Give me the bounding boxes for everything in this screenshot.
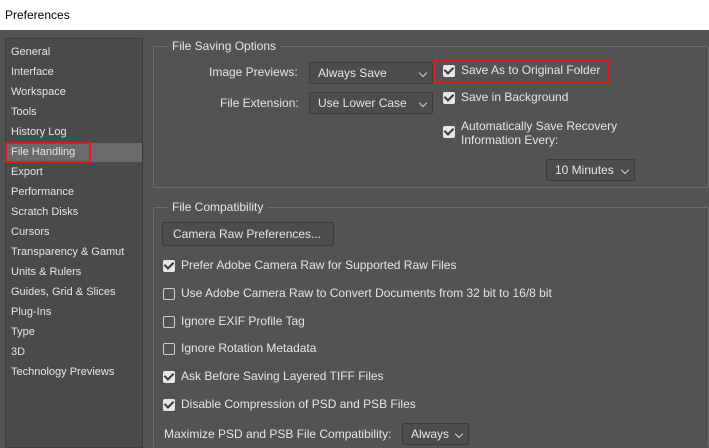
- highlight-box: [5, 142, 91, 163]
- file-extension-dropdown[interactable]: Use Lower Case: [309, 92, 433, 114]
- chevron-down-icon: [418, 98, 428, 108]
- sidebar-item-units-rulers[interactable]: Units & Rulers: [6, 263, 142, 282]
- dropdown-value: Always Save: [318, 66, 387, 80]
- sidebar-item-scratch-disks[interactable]: Scratch Disks: [6, 203, 142, 222]
- dropdown-value: Always: [411, 427, 450, 441]
- maximize-compatibility-label: Maximize PSD and PSB File Compatibility:: [164, 427, 392, 441]
- sidebar-item-cursors[interactable]: Cursors: [6, 223, 142, 242]
- sidebar-item-workspace[interactable]: Workspace: [6, 83, 142, 102]
- sidebar-item-general[interactable]: General: [6, 43, 142, 62]
- disable-compression-checkbox[interactable]: [163, 399, 175, 411]
- auto-save-recovery-label-line2: Information Every:: [461, 133, 559, 147]
- sidebar-item-guides-grid-slices[interactable]: Guides, Grid & Slices: [6, 283, 142, 302]
- sidebar-item-3d[interactable]: 3D: [6, 343, 142, 362]
- sidebar-item-transparency-gamut[interactable]: Transparency & Gamut: [6, 243, 142, 262]
- sidebar-item-export[interactable]: Export: [6, 163, 142, 182]
- group-title-file-saving: File Saving Options: [168, 39, 281, 53]
- sidebar-item-type[interactable]: Type: [6, 323, 142, 342]
- save-as-original-folder-label: Save As to Original Folder: [461, 63, 601, 77]
- convert-32bit-label: Use Adobe Camera Raw to Convert Document…: [181, 286, 552, 300]
- dropdown-value: Use Lower Case: [318, 96, 407, 110]
- disable-compression-label: Disable Compression of PSD and PSB Files: [181, 397, 416, 411]
- chevron-down-icon: [620, 165, 630, 175]
- auto-save-recovery-label-line1: Automatically Save Recovery: [461, 119, 618, 133]
- ignore-exif-label: Ignore EXIF Profile Tag: [181, 314, 305, 328]
- ask-layered-tiff-label: Ask Before Saving Layered TIFF Files: [181, 369, 384, 383]
- group-title-file-compatibility: File Compatibility: [168, 200, 268, 214]
- chevron-down-icon: [418, 68, 428, 78]
- camera-raw-preferences-button[interactable]: Camera Raw Preferences...: [162, 222, 334, 246]
- convert-32bit-checkbox[interactable]: [163, 288, 175, 300]
- preferences-sidebar: General Interface Workspace Tools Histor…: [5, 38, 143, 448]
- image-previews-dropdown[interactable]: Always Save: [309, 62, 433, 84]
- save-in-background-checkbox[interactable]: [443, 92, 455, 104]
- save-in-background-label: Save in Background: [461, 90, 569, 104]
- sidebar-item-history-log[interactable]: History Log: [6, 123, 142, 142]
- sidebar-item-tools[interactable]: Tools: [6, 103, 142, 122]
- auto-save-interval-dropdown[interactable]: 10 Minutes: [546, 159, 635, 181]
- image-previews-label: Image Previews:: [209, 65, 298, 79]
- ignore-rotation-label: Ignore Rotation Metadata: [181, 341, 317, 355]
- sidebar-item-plug-ins[interactable]: Plug-Ins: [6, 303, 142, 322]
- maximize-compatibility-dropdown[interactable]: Always: [402, 423, 469, 445]
- sidebar-item-technology-previews[interactable]: Technology Previews: [6, 363, 142, 382]
- sidebar-item-performance[interactable]: Performance: [6, 183, 142, 202]
- chevron-down-icon: [454, 429, 464, 439]
- dropdown-value: 10 Minutes: [555, 163, 614, 177]
- sidebar-item-file-handling[interactable]: File Handling: [5, 142, 142, 163]
- window-title: Preferences: [0, 0, 709, 30]
- prefer-camera-raw-label: Prefer Adobe Camera Raw for Supported Ra…: [181, 258, 457, 272]
- auto-save-recovery-checkbox[interactable]: [443, 126, 455, 138]
- save-as-original-folder-checkbox[interactable]: [443, 65, 455, 77]
- file-extension-label: File Extension:: [220, 96, 299, 110]
- prefer-camera-raw-checkbox[interactable]: [163, 260, 175, 272]
- sidebar-item-interface[interactable]: Interface: [6, 63, 142, 82]
- ignore-rotation-checkbox[interactable]: [163, 343, 175, 355]
- ignore-exif-checkbox[interactable]: [163, 316, 175, 328]
- ask-layered-tiff-checkbox[interactable]: [163, 371, 175, 383]
